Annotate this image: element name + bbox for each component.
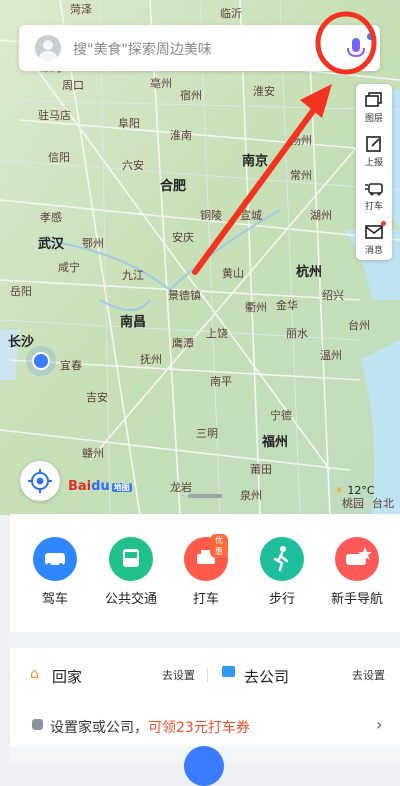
annotation-circle (315, 11, 377, 75)
tool-report[interactable]: 上报 (356, 130, 392, 172)
panel-drag-handle[interactable] (188, 494, 222, 498)
bus-icon (109, 537, 153, 581)
work-set-button[interactable]: 去设置 (352, 667, 385, 683)
quick-transit-label: 公共交通 (104, 592, 157, 607)
home-work-row: ⌂ 回家 去设置 去公司 去设置 (10, 654, 400, 694)
sun-icon: ☀ (334, 484, 344, 497)
chevron-right-icon: › (376, 715, 383, 734)
taxi-icon (365, 183, 383, 196)
promo-row[interactable]: 设置家或公司，可领23元打车券 › (10, 706, 400, 746)
locate-button[interactable] (20, 461, 60, 501)
quick-drive-label: 驾车 (41, 592, 68, 607)
briefcase-icon (222, 666, 235, 677)
section-divider (10, 632, 400, 648)
quick-drive[interactable]: 驾车 (25, 537, 85, 607)
crosshair-icon (28, 469, 52, 493)
home-label: 回家 (52, 668, 83, 686)
layers-icon (365, 92, 382, 107)
home-set-button[interactable]: 去设置 (162, 667, 195, 683)
quick-walk-label: 步行 (268, 592, 295, 607)
car-star-icon (335, 537, 379, 581)
discount-tag: 优惠 (210, 534, 228, 558)
report-icon (366, 136, 381, 152)
work-label: 去公司 (244, 668, 290, 686)
quick-taxi-label: 打车 (192, 592, 219, 607)
promo-text: 设置家或公司，可领23元打车券 (50, 720, 250, 736)
message-badge (381, 221, 386, 226)
quick-taxi[interactable]: 优惠 打车 (176, 534, 236, 607)
car-icon (33, 537, 77, 581)
tool-message[interactable]: 消息 (356, 218, 392, 260)
navigation-fab[interactable] (184, 746, 224, 786)
map-tools-panel: 图层 上报 打车 消息 (356, 84, 392, 260)
quick-walk[interactable]: 步行 (252, 537, 312, 607)
quick-newbie-nav-label: 新手导航 (330, 592, 383, 607)
weather-widget[interactable]: ☀ 12°C (334, 484, 375, 497)
quick-newbie-nav[interactable]: 新手导航 (327, 537, 387, 607)
quick-transit[interactable]: 公共交通 (101, 537, 161, 607)
baidu-logo: Baidu 地图 (68, 479, 132, 494)
avatar[interactable] (35, 35, 61, 61)
shield-icon (32, 719, 43, 730)
home-icon: ⌂ (30, 666, 39, 682)
taxi-icon: 优惠 (184, 534, 228, 581)
search-input[interactable]: 搜"美食"探索周边美味 (73, 39, 212, 59)
tool-layers[interactable]: 图层 (356, 86, 392, 128)
vertical-divider (207, 668, 208, 682)
walk-icon (260, 537, 304, 581)
tool-taxi[interactable]: 打车 (356, 174, 392, 216)
